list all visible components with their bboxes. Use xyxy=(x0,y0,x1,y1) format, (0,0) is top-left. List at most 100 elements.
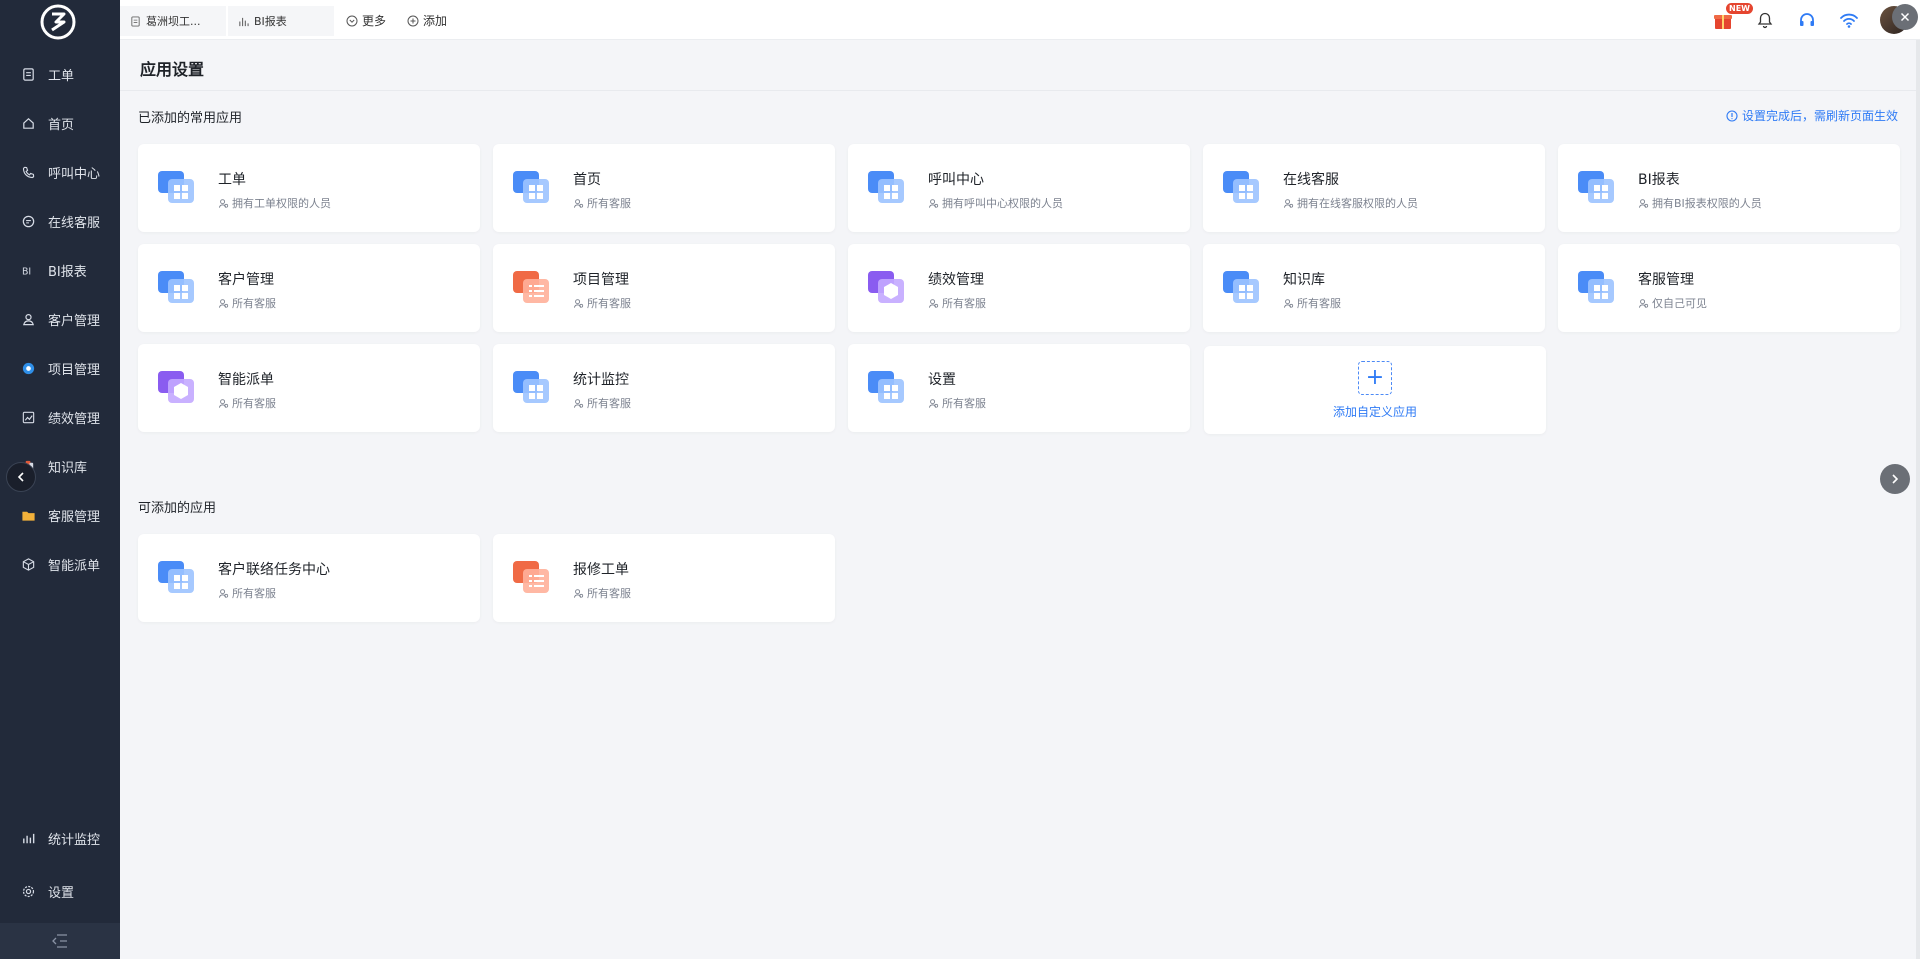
app-icon xyxy=(868,369,906,405)
app-card[interactable]: BI报表 拥有BI报表权限的人员 xyxy=(1558,144,1900,232)
app-card[interactable]: 设置所有客服 xyxy=(848,344,1190,432)
close-icon xyxy=(1900,12,1910,22)
sidebar-item-customer[interactable]: 客户管理 xyxy=(0,295,120,344)
sidebar-item-project[interactable]: 项目管理 xyxy=(0,344,120,393)
app-permission: 拥有工单权限的人员 xyxy=(218,195,331,211)
sidebar-collapse-button[interactable] xyxy=(0,923,120,959)
app-icon xyxy=(868,269,906,305)
sidebar-item-label: 绩效管理 xyxy=(48,412,101,427)
sidebar-item-bi-report[interactable]: BI BI报表 xyxy=(0,246,120,295)
users-icon xyxy=(928,298,942,309)
user-icon xyxy=(20,312,36,328)
sidebar-bottom-nav: 统计监控 设置 xyxy=(0,814,120,916)
app-name: 报修工单 xyxy=(573,562,629,578)
sidebar-item-smart-dispatch[interactable]: 智能派单 xyxy=(0,540,120,589)
app-name: 工单 xyxy=(218,172,246,188)
tab-bi-report[interactable]: BI报表 xyxy=(228,6,334,36)
tab-label: 葛洲坝工... xyxy=(146,15,201,28)
more-tabs-button[interactable]: 更多 xyxy=(346,12,386,29)
app-logo-icon[interactable] xyxy=(38,2,78,42)
app-icon xyxy=(513,369,551,405)
chat-icon xyxy=(20,214,36,230)
app-card[interactable]: 在线客服 拥有在线客服权限的人员 xyxy=(1203,144,1545,232)
users-icon xyxy=(928,198,942,209)
app-permission: 所有客服 xyxy=(928,295,986,311)
app-icon xyxy=(158,269,196,305)
app-name: 呼叫中心 xyxy=(928,172,984,188)
vertical-scrollbar[interactable] xyxy=(1916,40,1920,959)
sidebar-item-call-center[interactable]: 呼叫中心 xyxy=(0,148,120,197)
app-icon xyxy=(158,559,196,595)
close-button[interactable] xyxy=(1892,4,1918,30)
app-card[interactable]: 客户联络任务中心 所有客服 xyxy=(138,534,480,622)
headset-button[interactable] xyxy=(1796,9,1818,31)
app-card[interactable]: 绩效管理 所有客服 xyxy=(848,244,1190,332)
page-title: 应用设置 xyxy=(140,60,205,79)
top-bar: 葛洲坝工... BI报表 更多 添加 NEW xyxy=(120,0,1920,40)
app-icon xyxy=(513,169,551,205)
info-icon xyxy=(1726,109,1738,122)
app-permission: 仅自己可见 xyxy=(1638,295,1707,311)
gift-button[interactable]: NEW xyxy=(1712,3,1753,31)
home-icon xyxy=(20,116,36,132)
sidebar-item-label: 呼叫中心 xyxy=(48,167,101,182)
app-permission-text: 拥有呼叫中心权限的人员 xyxy=(942,197,1063,210)
users-icon xyxy=(218,588,232,599)
app-name: 智能派单 xyxy=(218,372,274,388)
app-name: BI报表 xyxy=(1638,172,1680,188)
app-permission: 所有客服 xyxy=(218,295,276,311)
app-permission-text: 所有客服 xyxy=(942,397,986,410)
tab-label: BI报表 xyxy=(254,15,287,28)
app-permission-text: 所有客服 xyxy=(587,587,631,600)
app-card[interactable]: 智能派单 所有客服 xyxy=(138,344,480,432)
sidebar-item-label: 智能派单 xyxy=(48,559,101,574)
plus-icon: + xyxy=(1358,360,1392,395)
app-card[interactable]: 客服管理 仅自己可见 xyxy=(1558,244,1900,332)
app-permission-text: 所有客服 xyxy=(587,297,631,310)
app-card[interactable]: 工单拥有工单权限的人员 xyxy=(138,144,480,232)
scroll-right-button[interactable] xyxy=(1880,464,1910,494)
app-card[interactable]: 首页 所有客服 xyxy=(493,144,835,232)
tab-ticket[interactable]: 葛洲坝工... xyxy=(120,6,226,36)
app-name: 知识库 xyxy=(1283,272,1325,288)
sidebar-item-label: 设置 xyxy=(48,886,75,901)
app-card[interactable]: 项目管理 所有客服 xyxy=(493,244,835,332)
gear-icon xyxy=(20,884,36,900)
app-permission: 所有客服 xyxy=(573,295,631,311)
users-icon xyxy=(1638,198,1652,209)
sidebar-item-agent-manage[interactable]: 客服管理 xyxy=(0,491,120,540)
chevron-left-icon xyxy=(17,472,24,482)
sidebar-item-online-service[interactable]: 在线客服 xyxy=(0,197,120,246)
app-card[interactable]: 客户管理 所有客服 xyxy=(138,244,480,332)
app-permission: 拥有呼叫中心权限的人员 xyxy=(928,195,1063,211)
app-permission: 所有客服 xyxy=(573,195,631,211)
sidebar-item-ticket[interactable]: 工单 xyxy=(0,50,120,99)
new-badge: NEW xyxy=(1726,3,1753,14)
collapse-icon xyxy=(52,934,67,948)
app-card[interactable]: 统计监控所有客服 xyxy=(493,344,835,432)
app-icon xyxy=(158,369,196,405)
sidebar-item-settings[interactable]: 设置 xyxy=(0,867,120,916)
app-icon xyxy=(1223,269,1261,305)
add-tab-button[interactable]: 添加 xyxy=(407,12,447,29)
app-permission-text: 所有客服 xyxy=(587,397,631,410)
notification-button[interactable] xyxy=(1754,9,1776,31)
network-status-button[interactable] xyxy=(1838,9,1860,31)
sidebar-item-performance[interactable]: 绩效管理 xyxy=(0,393,120,442)
app-permission-text: 所有客服 xyxy=(942,297,986,310)
sidebar-item-stats[interactable]: 统计监控 xyxy=(0,814,120,863)
scroll-left-button[interactable] xyxy=(6,462,36,492)
app-name: 设置 xyxy=(928,372,956,388)
add-custom-app-button[interactable]: + 添加自定义应用 xyxy=(1204,346,1546,434)
app-permission-text: 拥有在线客服权限的人员 xyxy=(1297,197,1418,210)
app-card[interactable]: 知识库 所有客服 xyxy=(1203,244,1545,332)
refresh-notice: 设置完成后，需刷新页面生效 xyxy=(1726,107,1898,124)
bell-icon xyxy=(1757,12,1773,29)
app-card[interactable]: 呼叫中心拥有呼叫中心权限的人员 xyxy=(848,144,1190,232)
app-card[interactable]: 报修工单所有客服 xyxy=(493,534,835,622)
headset-icon xyxy=(1800,13,1814,26)
sidebar-item-label: 客户管理 xyxy=(48,314,101,329)
app-name: 统计监控 xyxy=(573,372,629,388)
chevron-right-icon xyxy=(1892,474,1899,484)
sidebar-item-home[interactable]: 首页 xyxy=(0,99,120,148)
